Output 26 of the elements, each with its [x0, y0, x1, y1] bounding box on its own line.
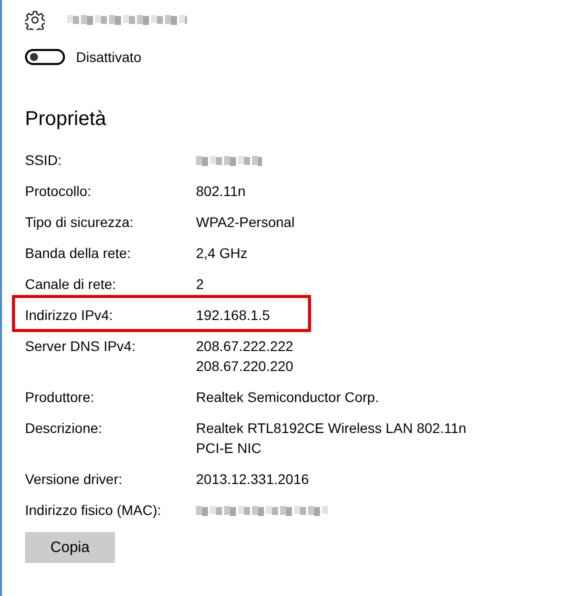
- property-label: Produttore:: [25, 388, 96, 407]
- property-value: 802.11n: [196, 182, 246, 201]
- property-value: 2,4 GHz: [196, 244, 248, 263]
- property-value: Realtek Semiconductor Corp.: [196, 388, 379, 407]
- property-label: Protocollo:: [25, 182, 92, 201]
- section-title: Proprietà: [25, 107, 108, 131]
- property-value: 192.168.1.5: [196, 306, 270, 325]
- copy-button[interactable]: Copia: [25, 532, 115, 563]
- property-label: Canale di rete:: [25, 275, 118, 294]
- toggle-label: Disattivato: [76, 49, 142, 65]
- property-value: 2013.12.331.2016: [196, 470, 309, 489]
- property-value: 208.67.222.222 208.67.220.220: [196, 337, 294, 376]
- property-value: Realtek RTL8192CE Wireless LAN 802.11n PCI-E NIC: [196, 419, 466, 458]
- property-label: Indirizzo fisico (MAC):: [25, 501, 162, 520]
- property-label: Versione driver:: [25, 470, 124, 489]
- pixelated-text-drawing: [196, 154, 262, 168]
- settings-icon[interactable]: [25, 10, 45, 30]
- property-label: Descrizione:: [25, 419, 104, 438]
- property-label: SSID:: [25, 151, 63, 170]
- property-value: WPA2-Personal: [196, 213, 295, 232]
- toggle-switch[interactable]: [25, 49, 65, 65]
- property-label: Tipo di sicurezza:: [25, 213, 134, 232]
- property-label: Indirizzo IPv4:: [25, 306, 114, 325]
- property-label: Banda della rete:: [25, 244, 132, 263]
- property-value: 2: [196, 275, 204, 294]
- property-label: Server DNS IPv4:: [25, 337, 136, 356]
